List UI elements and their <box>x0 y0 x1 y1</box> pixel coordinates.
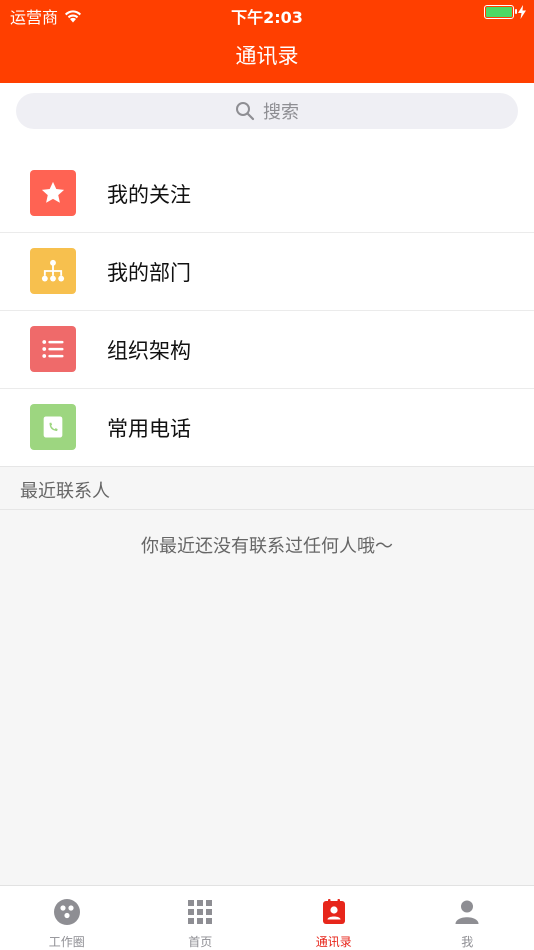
tab-me[interactable]: 我 <box>401 886 534 950</box>
tab-contacts[interactable]: 通讯录 <box>267 886 401 950</box>
menu-label-org-structure: 组织架构 <box>107 338 191 363</box>
tab-work-circle[interactable]: 工作圈 <box>0 886 134 950</box>
tab-label-work-circle: 工作圈 <box>48 935 85 949</box>
battery-icon <box>484 5 517 19</box>
recent-contacts-title: 最近联系人 <box>20 481 110 502</box>
recent-contacts-header: 最近联系人 <box>0 466 534 510</box>
menu-label-phones: 常用电话 <box>107 416 191 441</box>
status-time: 下午2:03 <box>231 8 303 27</box>
search-input[interactable]: 搜索 <box>16 93 518 129</box>
charging-bolt-icon <box>518 5 526 19</box>
menu-item-org-structure[interactable]: 组织架构 <box>0 311 534 389</box>
menu-label-following: 我的关注 <box>107 182 191 207</box>
status-right <box>484 5 526 19</box>
contacts-icon <box>322 899 345 924</box>
circle-dots-icon <box>53 899 80 925</box>
search-icon <box>236 102 255 121</box>
menu-label-department: 我的部门 <box>107 260 191 285</box>
status-bar: 运营商 下午2:03 <box>0 0 534 27</box>
search-placeholder: 搜索 <box>263 102 299 123</box>
star-icon <box>30 170 76 216</box>
menu-item-following[interactable]: 我的关注 <box>0 155 534 233</box>
tab-label-me: 我 <box>461 935 474 949</box>
nav-bar: 通讯录 <box>0 27 534 83</box>
search-area: 搜索 <box>0 83 534 143</box>
person-icon <box>455 900 479 924</box>
grid-icon <box>188 900 213 924</box>
list-icon <box>30 326 76 372</box>
org-tree-icon <box>30 248 76 294</box>
menu-item-phones[interactable]: 常用电话 <box>0 389 534 466</box>
contacts-menu: 我的关注 我的部门 组织架构 常用电话 <box>0 143 534 466</box>
tab-bar: 工作圈 首页 通讯录 我 <box>0 885 534 950</box>
phone-book-icon <box>30 404 76 450</box>
menu-item-department[interactable]: 我的部门 <box>0 233 534 311</box>
tab-label-contacts: 通讯录 <box>315 935 352 949</box>
tab-home[interactable]: 首页 <box>134 886 268 950</box>
page-title: 通讯录 <box>235 44 299 68</box>
empty-state-text: 你最近还没有联系过任何人哦～ <box>141 536 393 557</box>
tab-label-home: 首页 <box>188 935 213 949</box>
